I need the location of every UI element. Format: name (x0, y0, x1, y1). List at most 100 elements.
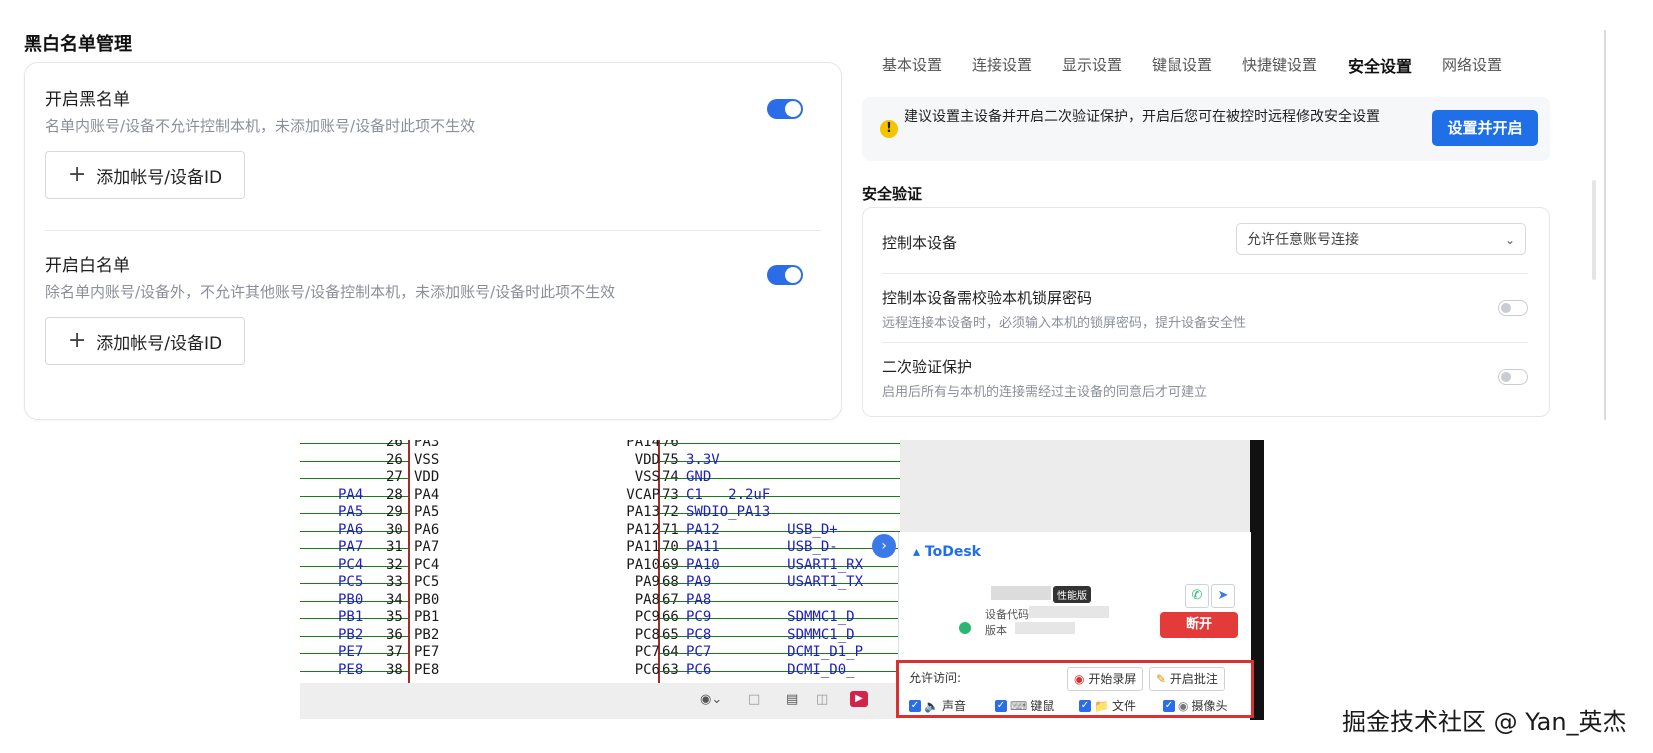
net-label: PA9 USART1_TX (686, 574, 864, 590)
net-label: PC4 (338, 556, 364, 573)
whitelist-title: 开启白名单 (45, 256, 130, 276)
whitelist-desc: 除名单内账号/设备外，不允许其他账号/设备控制本机，未添加账号/设备时此项不生效 (45, 283, 616, 301)
pin-row: VCAP 73 C1 2.2uF (580, 487, 900, 504)
folder-icon: 📁 (1094, 698, 1109, 713)
pin-name: PA7 (414, 539, 440, 555)
add-whitelist-button[interactable]: + 添加帐号/设备ID (45, 317, 245, 365)
whitelist-toggle[interactable] (767, 265, 803, 285)
call-icon[interactable]: ✆ (1185, 584, 1209, 608)
net-label: PA11 USB_D- (686, 539, 838, 555)
device-code-label: 设备代码 (985, 608, 1029, 621)
status-icon (959, 622, 971, 634)
pin-row: PC9 66 PC9 SDMMC1_D (580, 609, 900, 626)
setup-enable-button[interactable]: 设置并开启 (1432, 110, 1538, 146)
expand-arrow-icon[interactable]: › (872, 534, 896, 558)
blurred-device-name (991, 586, 1051, 600)
pin-name: PA3 (414, 440, 440, 450)
pin-name: PC4 (414, 556, 440, 573)
pin-name: PA8 (634, 591, 660, 608)
pin-number: 37 (386, 644, 403, 660)
pin-name: VCAP (626, 486, 660, 503)
scroll-thumb[interactable] (1592, 180, 1596, 280)
pin-row: VDD 75 3.3V (580, 452, 900, 469)
disconnect-button[interactable]: 断开 (1160, 612, 1238, 638)
pin-name: PC6 (634, 661, 660, 678)
edition-badge: 性能版 (1053, 586, 1091, 603)
pin-name: PA12 (626, 521, 660, 538)
blurred-version (1015, 622, 1075, 634)
pin-number: 36 (386, 626, 403, 643)
divider (882, 273, 1528, 274)
tab-security[interactable]: 安全设置 (1348, 53, 1412, 77)
pin-number: 28 (386, 486, 403, 503)
net-label: PA10 USART1_RX (686, 556, 864, 573)
net-label: PE7 (338, 644, 364, 660)
double-page-icon[interactable]: ◫ (816, 692, 828, 707)
net-label: PA8 (686, 591, 712, 608)
single-page-icon[interactable]: ▤ (786, 692, 798, 707)
pin-name: PB1 (414, 609, 440, 625)
page-title: 黑白名单管理 (24, 34, 132, 55)
checkbox-checked-icon[interactable]: ✓ (1163, 699, 1175, 712)
control-select[interactable]: 允许任意账号连接 ⌄ (1236, 223, 1526, 255)
pin-name: PE8 (414, 661, 440, 678)
tab-connection[interactable]: 连接设置 (972, 54, 1032, 75)
play-icon[interactable]: ▶ (850, 691, 868, 707)
record-icon: ◉ (1074, 672, 1085, 686)
pin-name: PA13 (626, 504, 660, 520)
blacklist-toggle[interactable] (767, 99, 803, 119)
pin-number: 71 (662, 521, 679, 538)
chevron-down-icon: ⌄ (1504, 233, 1515, 247)
pin-number: 73 (662, 486, 679, 503)
pin-number: 66 (662, 609, 679, 625)
net-label: PA6 (338, 521, 364, 538)
section-title: 安全验证 (862, 185, 923, 203)
pin-number: 74 (662, 469, 679, 485)
blacklist-desc: 名单内账号/设备不允许控制本机，未添加账号/设备时此项不生效 (45, 117, 476, 135)
remote-bg (900, 440, 1250, 540)
net-label: PA4 (338, 486, 364, 503)
lock-password-toggle[interactable] (1498, 300, 1528, 316)
pin-number: 69 (662, 556, 679, 573)
tab-shortcut[interactable]: 快捷键设置 (1242, 54, 1317, 75)
option-camera[interactable]: ✓ ◉ 摄像头 (1163, 697, 1228, 714)
checkbox-checked-icon[interactable]: ✓ (1079, 699, 1091, 712)
tab-network[interactable]: 网络设置 (1442, 54, 1502, 75)
camera-icon: ◉ (1178, 698, 1189, 713)
notice-text: 建议设置主设备并开启二次验证保护，开启后您可在被控时远程修改安全设置 (904, 109, 1380, 125)
checkbox-checked-icon[interactable]: ✓ (909, 699, 921, 712)
schematic-toolbar: ◉⌄ □ ▤ ◫ ▶ (300, 683, 900, 719)
annotate-button[interactable]: ✎ 开启批注 (1149, 667, 1225, 691)
pin-name: PA9 (634, 574, 660, 590)
tab-keyboard-mouse[interactable]: 键鼠设置 (1152, 54, 1212, 75)
scrollbar[interactable] (1604, 30, 1606, 420)
cursor-icon[interactable]: ➤ (1211, 584, 1235, 608)
record-button[interactable]: ◉ 开始录屏 (1067, 667, 1144, 691)
twofa-toggle[interactable] (1498, 369, 1528, 385)
pin-name: VSS (414, 451, 440, 468)
pin-name: PC5 (414, 574, 440, 590)
pin-number: 31 (386, 539, 403, 555)
blackwhite-card: 开启黑名单 名单内账号/设备不允许控制本机，未添加账号/设备时此项不生效 + 添… (24, 62, 842, 420)
page-icon[interactable]: □ (748, 692, 760, 707)
pin-number: 38 (386, 661, 403, 678)
pin-number: 65 (662, 626, 679, 643)
pin-number: 70 (662, 539, 679, 555)
pin-row: PC8 65 PC8 SDMMC1_D (580, 627, 900, 644)
pin-name: PC9 (634, 609, 660, 625)
todesk-logo-icon: ▴ (913, 544, 921, 560)
add-blacklist-button[interactable]: + 添加帐号/设备ID (45, 151, 245, 199)
net-label: PB1 (338, 609, 364, 625)
tab-display[interactable]: 显示设置 (1062, 54, 1122, 75)
pin-name: VDD (414, 469, 440, 485)
version-label: 版本 (985, 624, 1007, 637)
net-label: PA7 (338, 539, 364, 555)
tab-basic[interactable]: 基本设置 (882, 54, 942, 75)
checkbox-checked-icon[interactable]: ✓ (995, 699, 1007, 712)
option-keyboard[interactable]: ✓ ⌨ 键鼠 (995, 697, 1054, 714)
pin-name: VSS (634, 469, 660, 485)
net-label: SWDIO_PA13 (686, 504, 771, 520)
option-file[interactable]: ✓ 📁 文件 (1079, 697, 1136, 714)
eye-icon[interactable]: ◉⌄ (700, 692, 722, 707)
option-sound[interactable]: ✓ 🔈 声音 (909, 697, 966, 714)
